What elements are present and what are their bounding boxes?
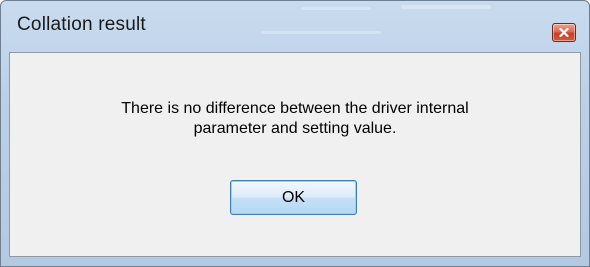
- message-line-1: There is no difference between the drive…: [121, 100, 469, 117]
- close-icon: [559, 28, 569, 37]
- dialog-window: Collation result There is no difference …: [0, 0, 590, 267]
- message-text: There is no difference between the drive…: [10, 99, 580, 139]
- message-line-2: parameter and setting value.: [193, 120, 397, 137]
- window-title: Collation result: [17, 14, 146, 35]
- dialog-content: There is no difference between the drive…: [9, 52, 581, 257]
- ok-button[interactable]: OK: [230, 180, 357, 215]
- close-button[interactable]: [552, 23, 576, 42]
- title-bar[interactable]: Collation result: [1, 1, 589, 51]
